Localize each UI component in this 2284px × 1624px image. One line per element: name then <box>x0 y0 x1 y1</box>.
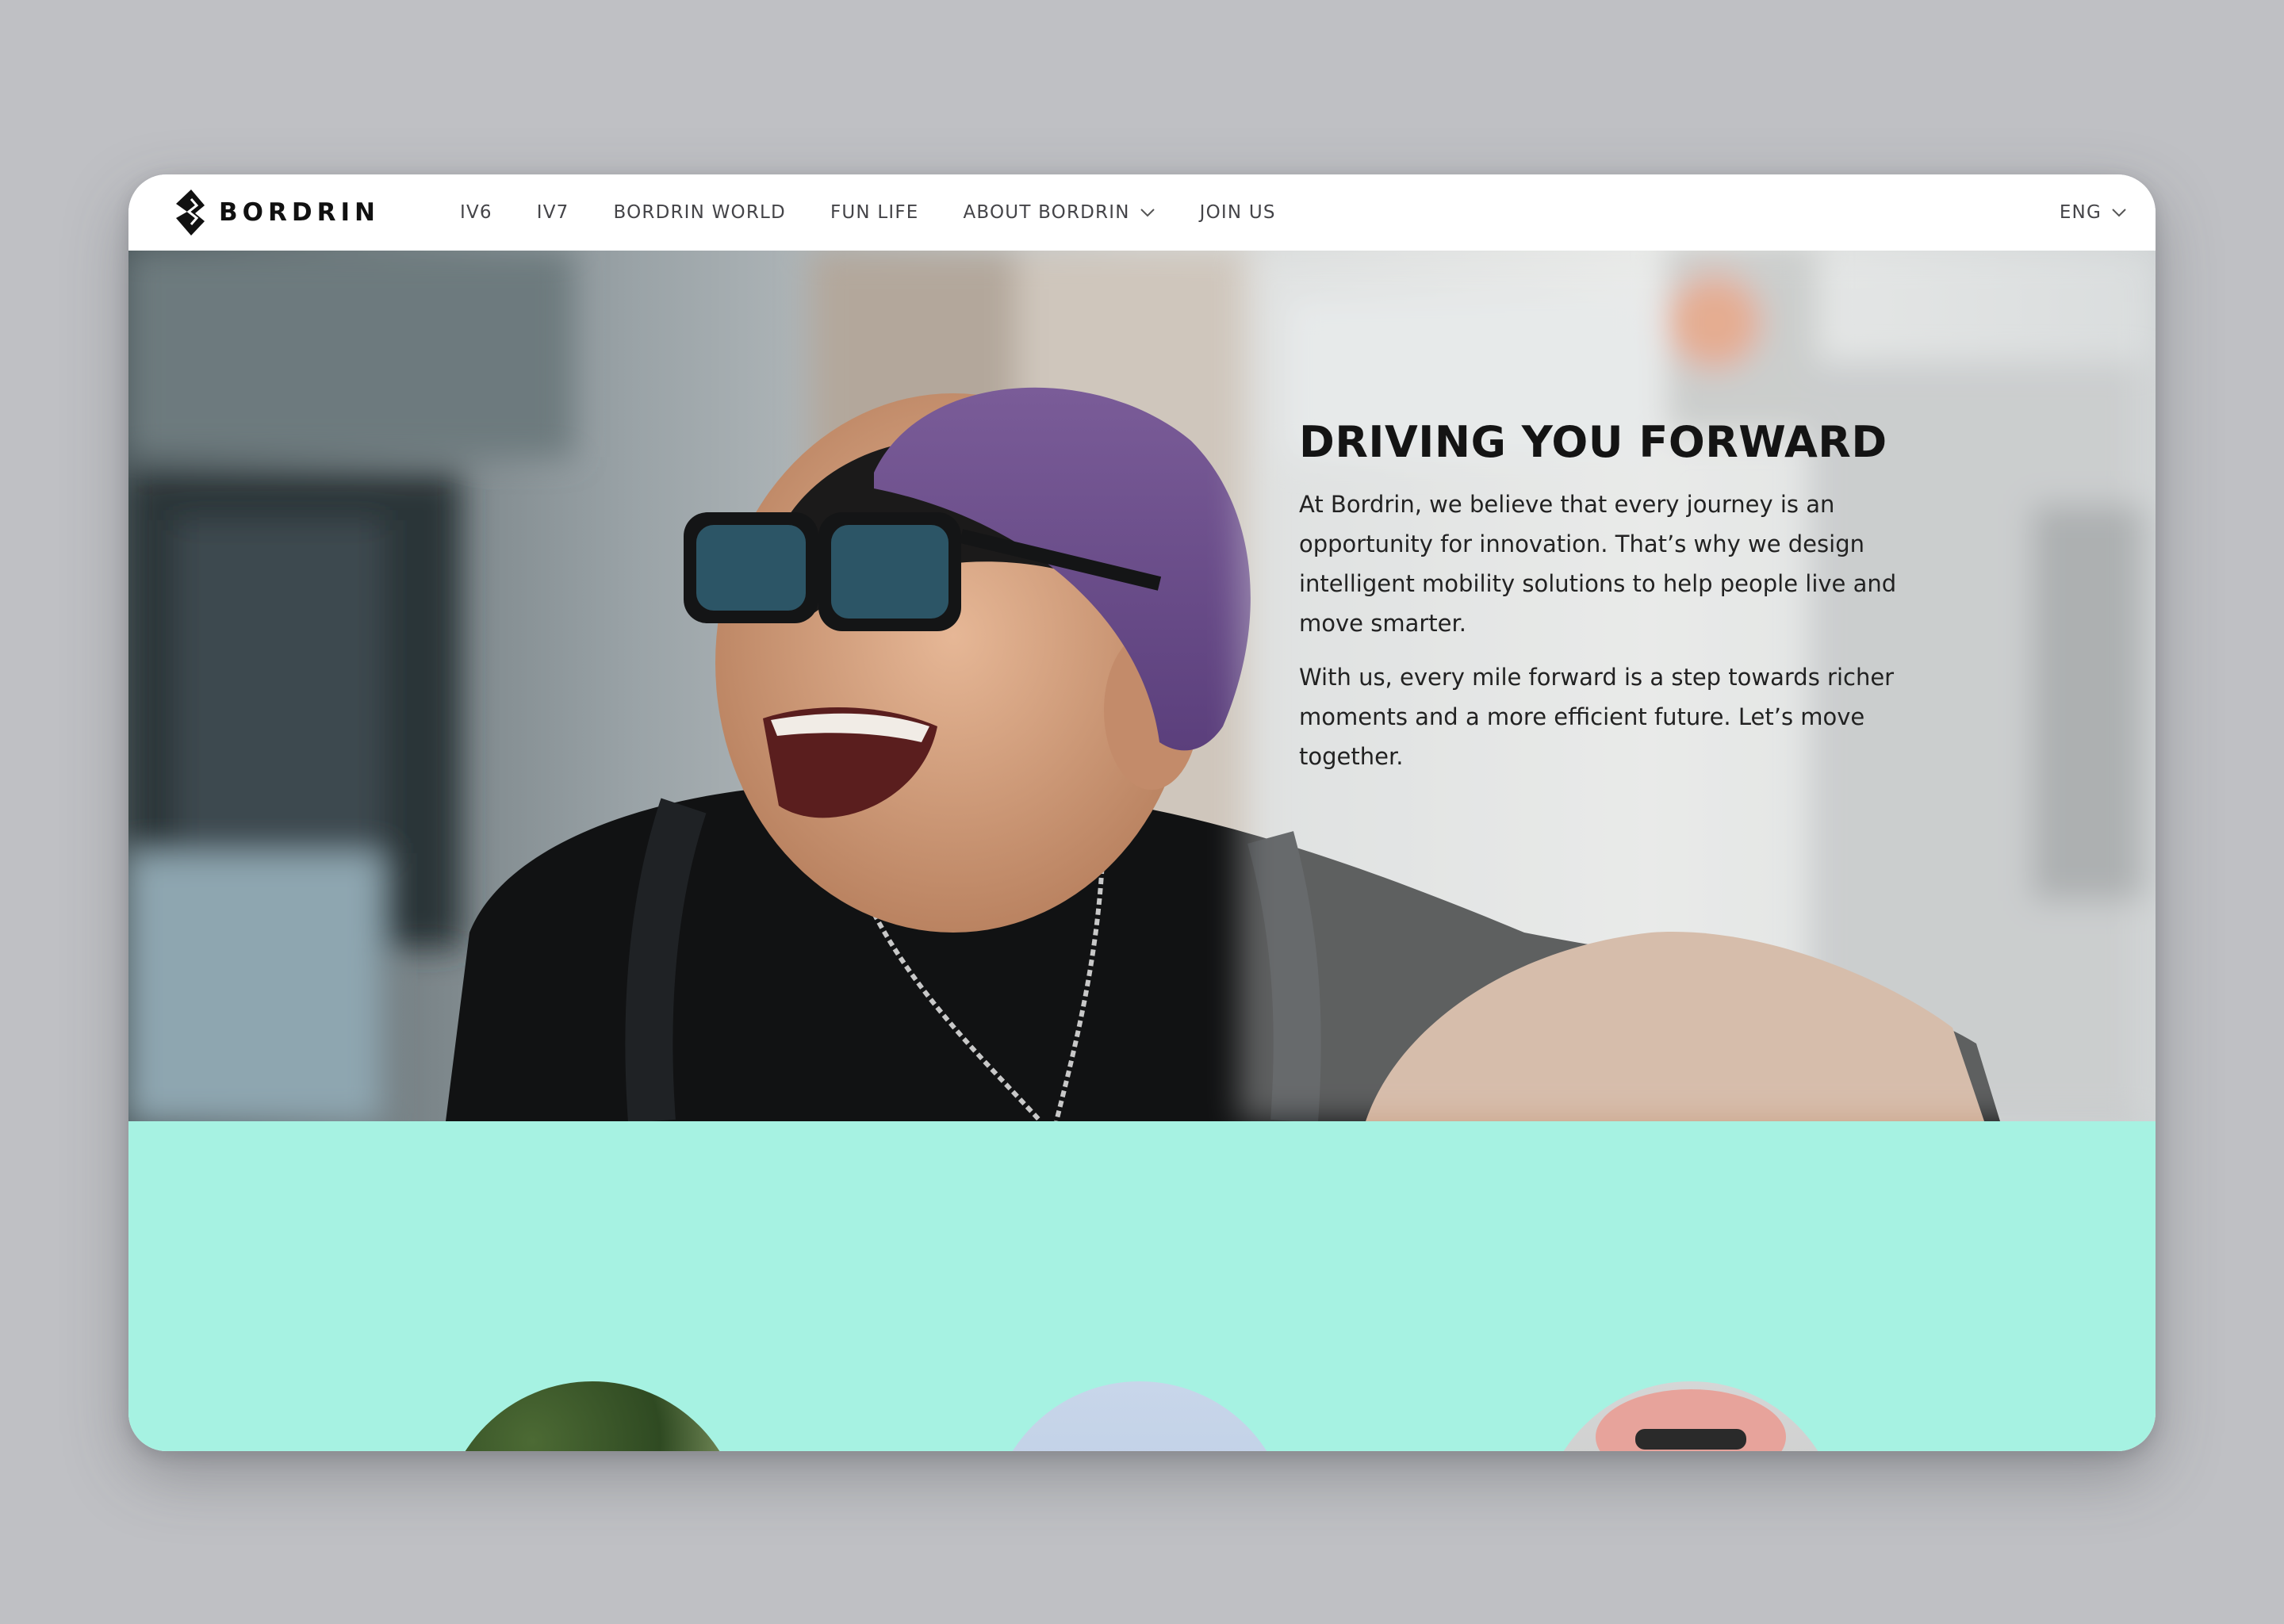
nav-item-label: JOIN US <box>1199 202 1276 223</box>
hero-title: DRIVING YOU FORWARD <box>1299 417 1887 467</box>
nav-item-bordrin-world[interactable]: BORDRIN WORLD <box>614 202 786 223</box>
chevron-down-icon <box>2112 209 2126 217</box>
nav-item-fun-life[interactable]: FUN LIFE <box>830 202 919 223</box>
hero-section: DRIVING YOU FORWARD At Bordrin, we belie… <box>128 251 2156 1121</box>
hero-paragraph: At Bordrin, we believe that every journe… <box>1299 491 1897 637</box>
nav-item-label: ABOUT BORDRIN <box>963 202 1130 223</box>
main-menu: IV6 IV7 BORDRIN WORLD FUN LIFE ABOUT BOR… <box>460 174 1320 251</box>
nav-item-about-bordrin[interactable]: ABOUT BORDRIN <box>963 202 1155 223</box>
bordrin-logo-icon <box>176 190 205 236</box>
browser-window: BORDRIN IV6 IV7 BORDRIN WORLD FUN LIFE A… <box>128 174 2156 1451</box>
nav-item-label: BORDRIN WORLD <box>613 202 786 223</box>
nav-item-iv6[interactable]: IV6 <box>460 202 492 223</box>
top-nav: BORDRIN IV6 IV7 BORDRIN WORLD FUN LIFE A… <box>128 174 2156 251</box>
brand-name: BORDRIN <box>219 198 380 227</box>
feature-image-circle[interactable] <box>442 1381 743 1451</box>
chevron-down-icon <box>1140 209 1155 217</box>
feature-image-circle[interactable] <box>989 1381 1290 1451</box>
feature-image-circle[interactable] <box>1540 1381 1841 1451</box>
language-label: ENG <box>2059 202 2102 223</box>
hero-copy: DRIVING YOU FORWARD At Bordrin, we belie… <box>1299 417 1902 791</box>
brand-logo[interactable]: BORDRIN <box>173 189 380 236</box>
nav-item-label: FUN LIFE <box>830 202 919 223</box>
feature-photo <box>1596 1389 1786 1451</box>
nav-item-label: IV7 <box>536 202 569 223</box>
feature-section <box>128 1121 2156 1451</box>
language-selector[interactable]: ENG <box>2060 174 2127 251</box>
hero-paragraph: With us, every mile forward is a step to… <box>1299 664 1895 770</box>
nav-item-iv7[interactable]: IV7 <box>537 202 569 223</box>
nav-item-join-us[interactable]: JOIN US <box>1200 202 1276 223</box>
nav-item-label: IV6 <box>460 202 492 223</box>
